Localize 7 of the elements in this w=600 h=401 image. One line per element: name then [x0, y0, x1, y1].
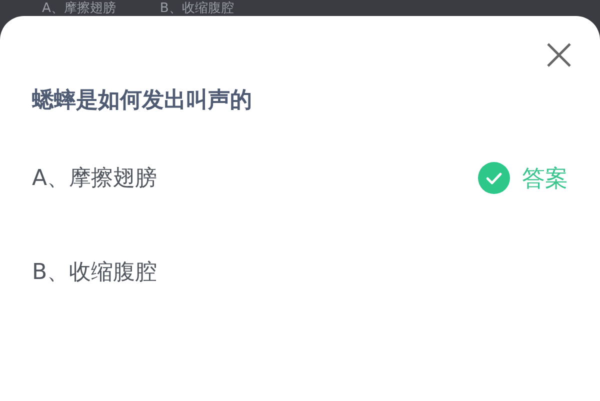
option-text[interactable]: A、摩擦翅膀 [32, 163, 158, 193]
answer-label: 答案 [522, 164, 568, 194]
option-text[interactable]: B、收缩腹腔 [32, 257, 158, 287]
option-text: B、收缩腹腔 [160, 1, 234, 16]
close-icon[interactable] [546, 42, 572, 68]
question-text: 蟋蟀是如何发出叫声的 [32, 87, 253, 115]
option-text: A、摩擦翅膀 [42, 1, 116, 16]
